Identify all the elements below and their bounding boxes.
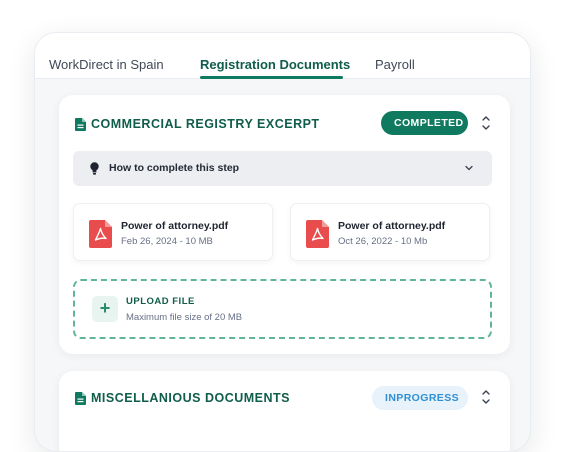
- chevron-down-icon: [465, 165, 473, 171]
- collapse-chevron-icon[interactable]: [479, 115, 493, 131]
- tab-bar: WorkDirect in Spain Registration Documen…: [35, 33, 530, 79]
- file-name: Power of attorney.pdf: [338, 220, 446, 232]
- plus-icon: +: [92, 296, 118, 322]
- upload-file-dropzone[interactable]: + UPLOAD FILE Maximum file size of 20 MB: [73, 279, 492, 339]
- status-badge-inprogress: INPROGRESS: [372, 386, 468, 410]
- document-icon: [75, 392, 86, 405]
- tab-registration-documents[interactable]: Registration Documents: [200, 57, 350, 72]
- file-meta: Oct 26, 2022 - 10 Mb: [338, 236, 428, 247]
- file-card[interactable]: Power of attorney.pdf Oct 26, 2022 - 10 …: [290, 203, 490, 261]
- collapse-chevron-icon[interactable]: [479, 389, 493, 405]
- lightbulb-icon: [90, 162, 99, 175]
- card-title-misc-documents: MISCELLANIOUS DOCUMENTS: [91, 391, 290, 405]
- file-name: Power of attorney.pdf: [121, 220, 229, 232]
- file-card[interactable]: Power of attorney.pdf Feb 26, 2024 - 10 …: [73, 203, 273, 261]
- upload-size-hint: Maximum file size of 20 MB: [126, 312, 243, 323]
- status-badge-completed: COMPLETED: [381, 111, 468, 135]
- document-icon: [75, 118, 86, 131]
- how-to-label: How to complete this step: [109, 162, 240, 174]
- pdf-icon: [306, 220, 329, 248]
- file-meta: Feb 26, 2024 - 10 MB: [121, 236, 213, 247]
- commercial-registry-card: COMMERCIAL REGISTRY EXCERPT COMPLETED Ho…: [59, 95, 510, 354]
- card-title-commercial-registry: COMMERCIAL REGISTRY EXCERPT: [91, 117, 320, 131]
- active-tab-indicator: [200, 76, 343, 79]
- misc-documents-card: MISCELLANIOUS DOCUMENTS INPROGRESS: [59, 371, 510, 451]
- registration-panel: WorkDirect in Spain Registration Documen…: [34, 32, 531, 452]
- tab-payroll[interactable]: Payroll: [375, 57, 415, 72]
- upload-title: UPLOAD FILE: [126, 296, 195, 307]
- tab-workdirect-in-spain[interactable]: WorkDirect in Spain: [49, 57, 164, 72]
- pdf-icon: [89, 220, 112, 248]
- how-to-complete-step[interactable]: How to complete this step: [73, 151, 492, 186]
